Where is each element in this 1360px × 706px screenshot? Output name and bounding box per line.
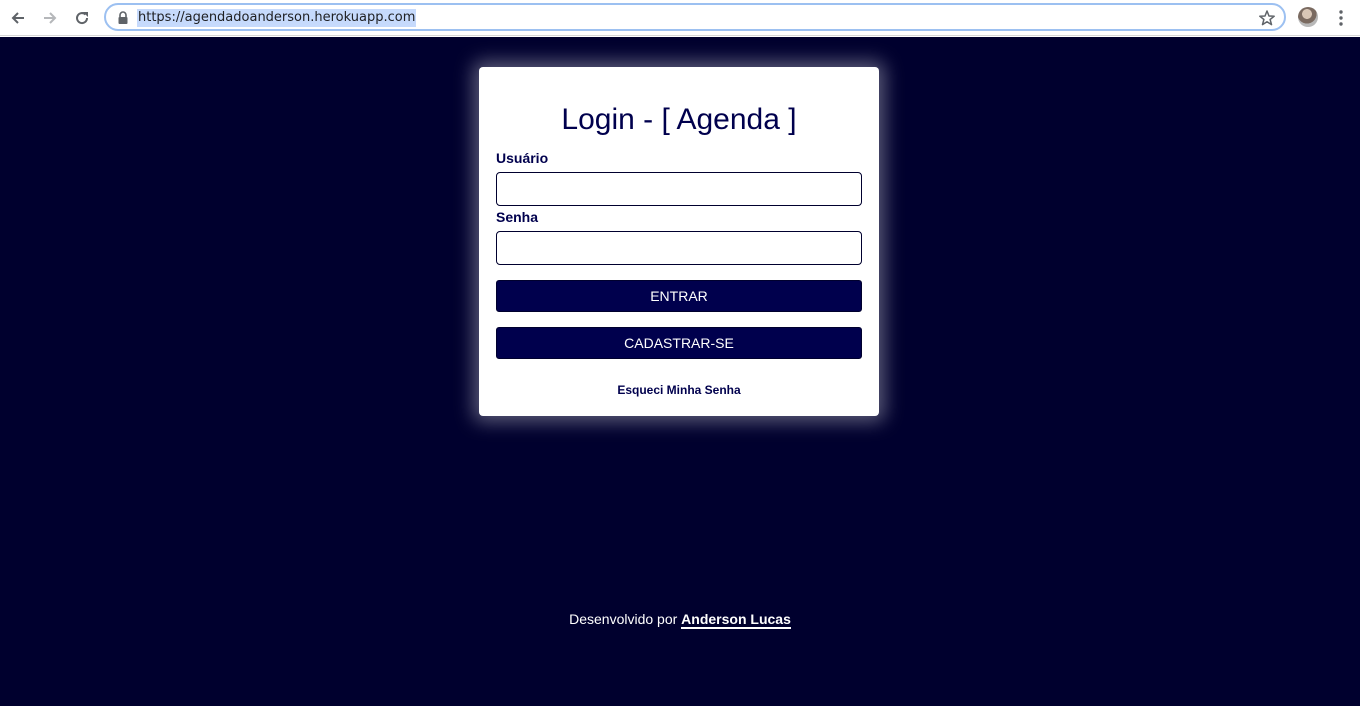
address-bar[interactable]: https://agendadoanderson.herokuapp.com xyxy=(104,3,1286,31)
password-label: Senha xyxy=(496,209,539,225)
forgot-password-link[interactable]: Esqueci Minha Senha xyxy=(479,382,879,398)
lock-icon xyxy=(118,11,128,24)
page-title: Login - [ Agenda ] xyxy=(561,103,797,136)
kebab-menu-icon[interactable] xyxy=(1331,8,1351,28)
browser-toolbar: https://agendadoanderson.herokuapp.com xyxy=(0,0,1360,36)
url-text[interactable]: https://agendadoanderson.herokuapp.com xyxy=(137,9,417,27)
reload-button[interactable] xyxy=(70,6,94,30)
footer-credit-prefix: Desenvolvido por xyxy=(569,611,678,627)
login-button[interactable]: ENTRAR xyxy=(496,280,862,312)
star-icon[interactable] xyxy=(1258,9,1276,27)
username-input[interactable] xyxy=(496,172,862,206)
username-label: Usuário xyxy=(496,150,549,166)
page-background: Login - [ Agenda ] Usuário Senha ENTRAR … xyxy=(0,37,1360,706)
login-card: Login - [ Agenda ] Usuário Senha ENTRAR … xyxy=(479,67,879,416)
profile-avatar[interactable] xyxy=(1298,7,1318,27)
back-arrow-icon xyxy=(11,12,24,24)
reload-icon xyxy=(76,12,89,25)
forward-button[interactable] xyxy=(38,6,62,30)
forward-arrow-icon xyxy=(44,12,57,24)
author-link[interactable]: Anderson Lucas xyxy=(681,611,791,629)
register-button[interactable]: CADASTRAR-SE xyxy=(496,327,862,359)
password-input[interactable] xyxy=(496,231,862,265)
footer: Desenvolvido por Anderson Lucas xyxy=(0,610,1360,629)
back-button[interactable] xyxy=(6,6,30,30)
